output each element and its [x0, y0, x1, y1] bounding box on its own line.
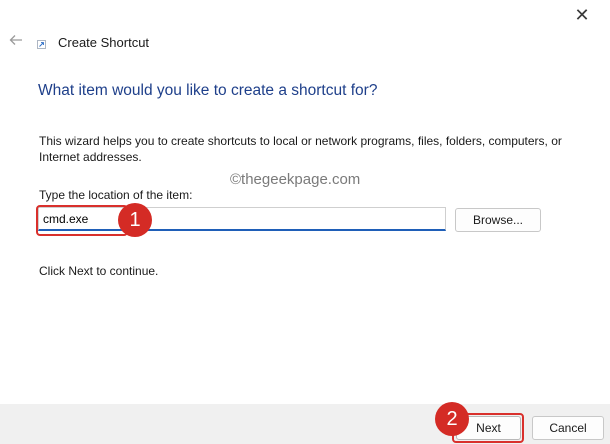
browse-button[interactable]: Browse...	[455, 208, 541, 232]
wizard-description: This wizard helps you to create shortcut…	[39, 134, 562, 164]
location-label: Type the location of the item:	[39, 188, 193, 202]
close-icon[interactable]: ✕	[562, 0, 602, 30]
cancel-button[interactable]: Cancel	[532, 416, 604, 440]
continue-instructions: Click Next to continue.	[39, 264, 159, 278]
watermark: ©thegeekpage.com	[230, 171, 361, 188]
shortcut-icon	[37, 40, 46, 49]
step-2-badge: 2	[435, 402, 469, 436]
input-highlight-annotation	[36, 205, 128, 236]
step-1-badge: 1	[118, 203, 152, 237]
back-arrow-icon[interactable]	[9, 33, 23, 47]
window-title: Create Shortcut	[58, 35, 150, 50]
wizard-heading: What item would you like to create a sho…	[38, 82, 378, 99]
